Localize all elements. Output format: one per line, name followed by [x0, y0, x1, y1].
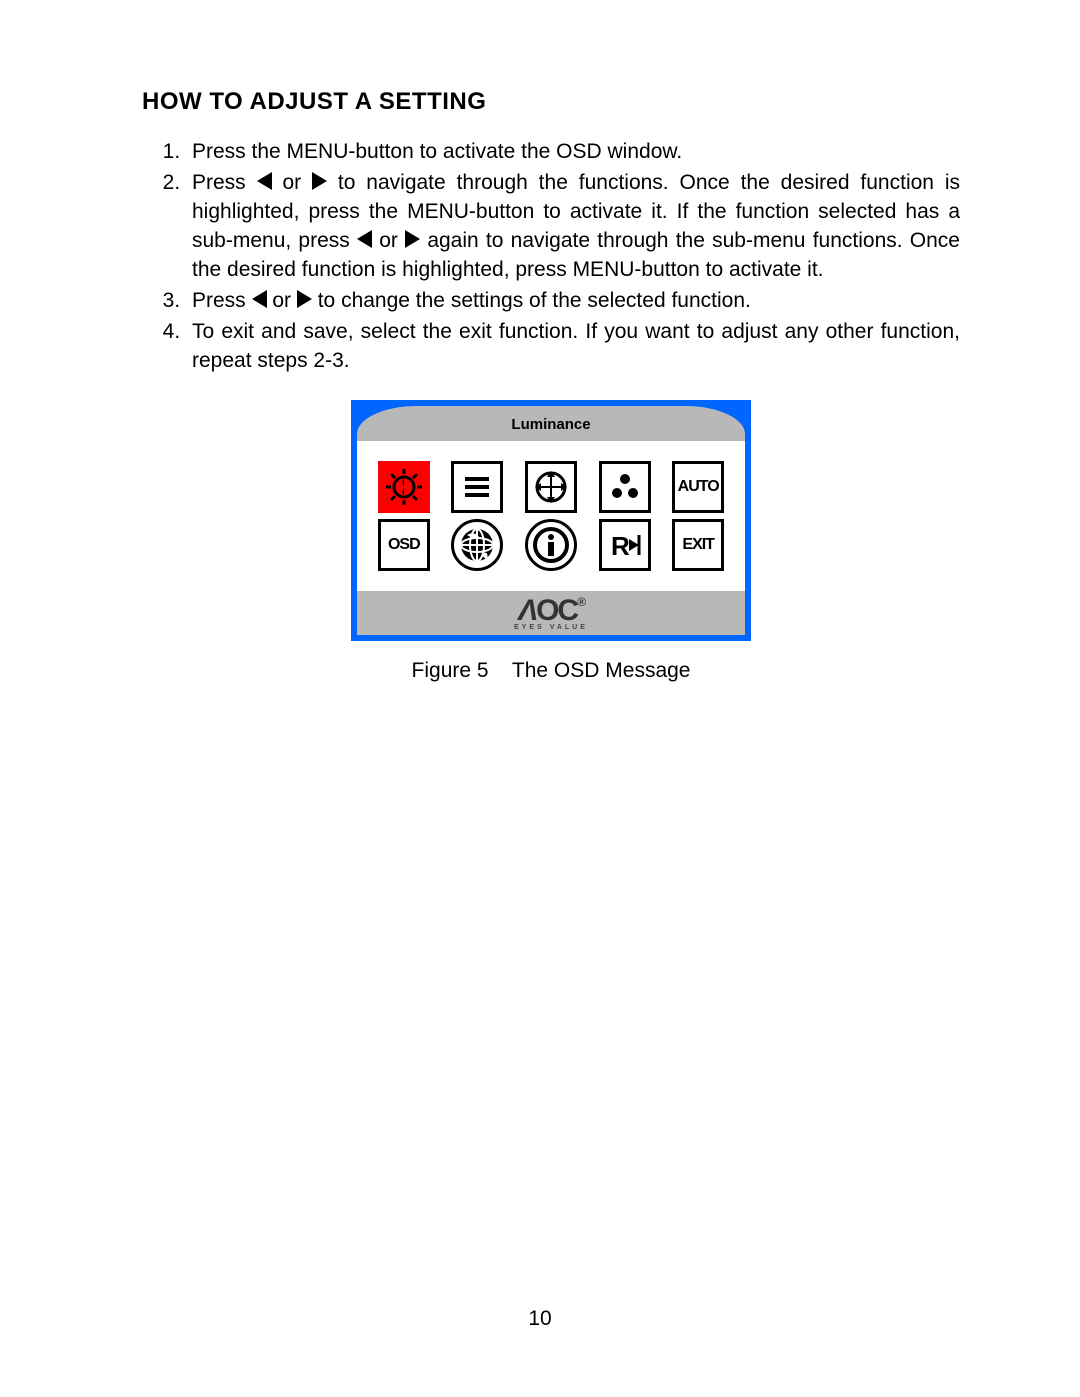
- luminance-icon: [378, 461, 430, 513]
- right-arrow-icon: [297, 290, 312, 308]
- information-icon: [525, 519, 577, 571]
- osd-title: Luminance: [357, 406, 745, 441]
- color-temp-icon: [599, 461, 651, 513]
- left-arrow-icon: [357, 230, 372, 248]
- osd-window: Luminance AUTO: [351, 400, 751, 641]
- left-arrow-icon: [252, 290, 267, 308]
- osd-icon-grid: AUTO OSD R EXIT: [357, 441, 745, 591]
- instruction-list: Press the MENU-button to activate the OS…: [142, 138, 960, 376]
- osd-brand-footer: ΛAOCOC® EYES VALUE: [357, 591, 745, 635]
- figure-caption: Figure 5 The OSD Message: [142, 659, 960, 683]
- left-arrow-icon: [257, 172, 272, 190]
- right-arrow-icon: [405, 230, 420, 248]
- svg-text:R: R: [611, 531, 630, 561]
- language-icon: [451, 519, 503, 571]
- step-1: Press the MENU-button to activate the OS…: [186, 138, 960, 167]
- brand-logo: ΛAOCOC®: [357, 597, 745, 624]
- image-setup-icon: [451, 461, 503, 513]
- right-arrow-icon: [312, 172, 327, 190]
- auto-icon: AUTO: [672, 461, 724, 513]
- step-4: To exit and save, select the exit functi…: [186, 318, 960, 376]
- position-icon: [525, 461, 577, 513]
- step-2: Press or to navigate through the functio…: [186, 169, 960, 285]
- reset-icon: R: [599, 519, 651, 571]
- brand-tagline: EYES VALUE: [357, 624, 745, 631]
- exit-icon: EXIT: [672, 519, 724, 571]
- osd-setup-icon: OSD: [378, 519, 430, 571]
- step-3: Press or to change the settings of the s…: [186, 287, 960, 316]
- page-number: 10: [0, 1307, 1080, 1331]
- section-heading: HOW TO ADJUST A SETTING: [142, 88, 960, 116]
